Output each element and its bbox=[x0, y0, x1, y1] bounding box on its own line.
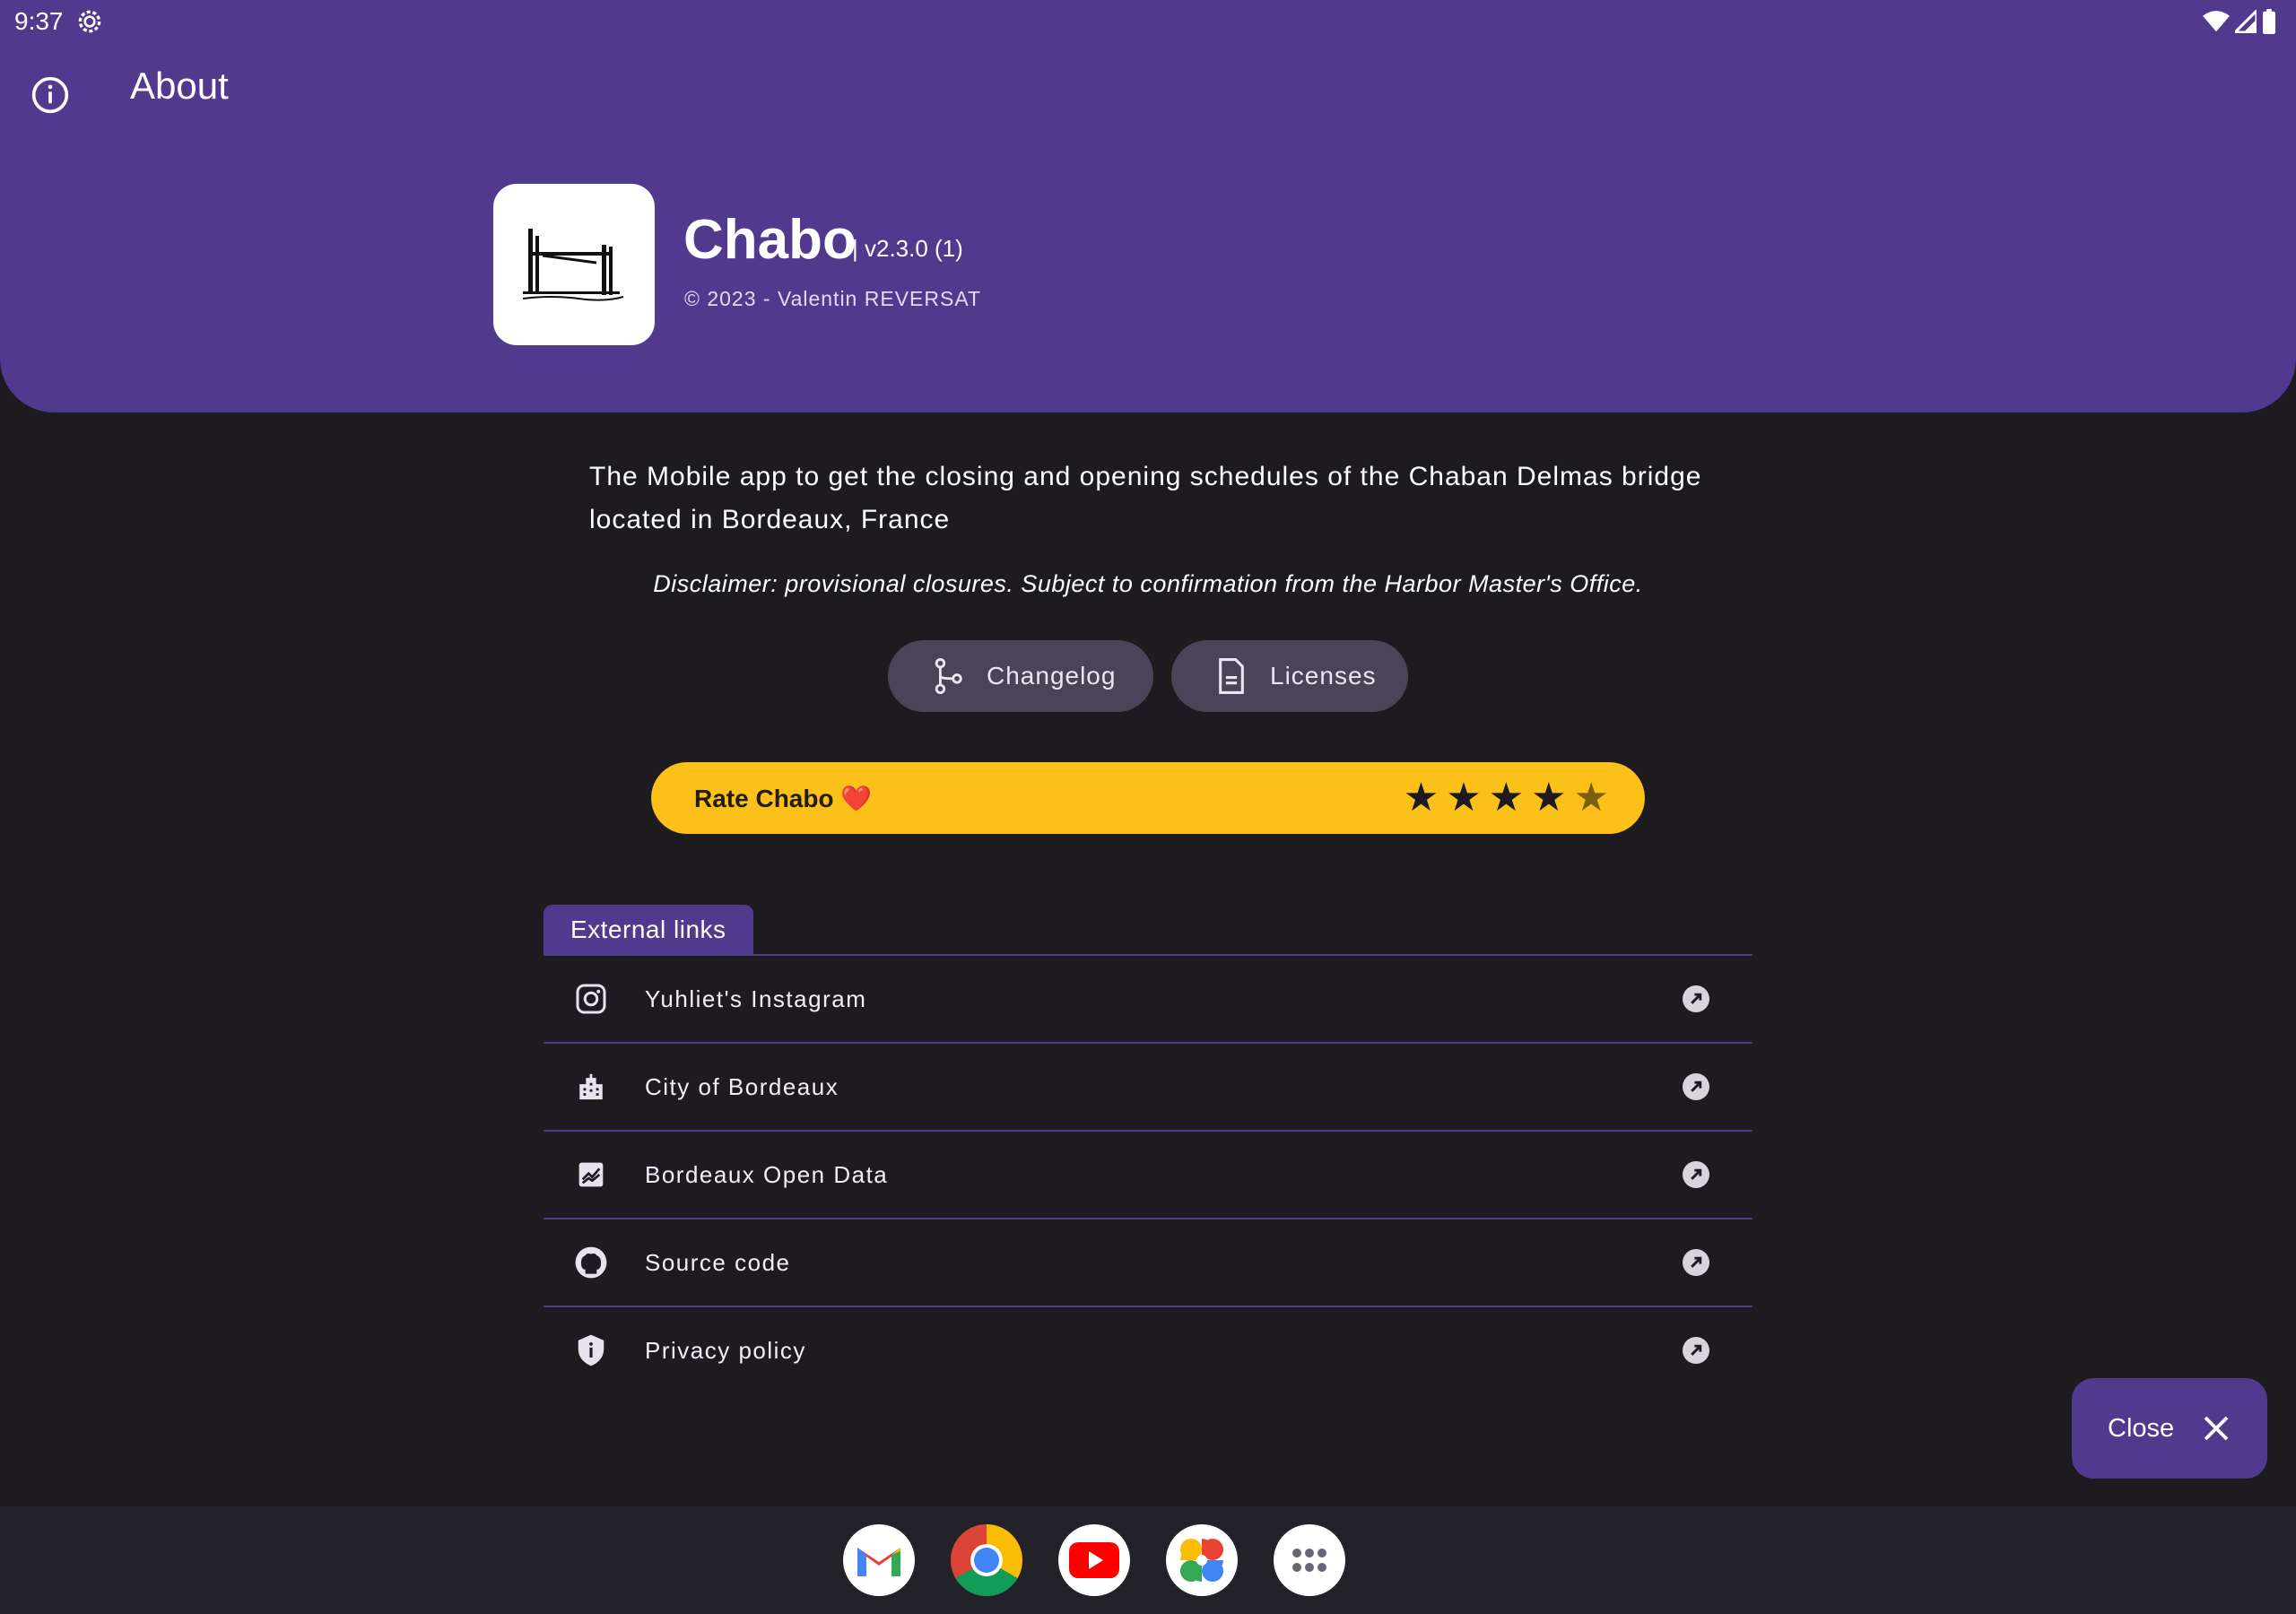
github-icon bbox=[572, 1244, 610, 1281]
open-external-icon bbox=[1683, 1337, 1709, 1364]
bridge-logo-icon bbox=[522, 229, 624, 301]
open-external-icon bbox=[1683, 985, 1709, 1012]
app-description: The Mobile app to get the closing and op… bbox=[589, 462, 1702, 534]
star-icon: ★ bbox=[1531, 775, 1567, 820]
chart-icon bbox=[572, 1156, 610, 1193]
star-icon: ★ bbox=[1403, 775, 1439, 820]
link-label: Source code bbox=[645, 1248, 791, 1276]
app-header bbox=[0, 0, 2296, 412]
gmail-icon[interactable] bbox=[843, 1524, 915, 1596]
star-icon: ★ bbox=[1488, 775, 1525, 820]
link-label: Bordeaux Open Data bbox=[645, 1160, 889, 1188]
rate-label: Rate Chabo ❤️ bbox=[694, 784, 873, 812]
link-city-of-bordeaux[interactable]: City of Bordeaux bbox=[544, 1042, 1752, 1130]
licenses-label: Licenses bbox=[1270, 662, 1377, 690]
app-name: Chabo bbox=[683, 209, 857, 271]
taskbar-dock bbox=[0, 1506, 2296, 1614]
toolbar-title: About bbox=[130, 65, 229, 107]
rating-stars: ★ ★ ★ ★ ★ bbox=[1404, 778, 1609, 818]
link-label: City of Bordeaux bbox=[645, 1072, 839, 1100]
open-external-icon bbox=[1683, 1249, 1709, 1276]
youtube-icon[interactable] bbox=[1058, 1524, 1130, 1596]
star-icon: ★ bbox=[1446, 775, 1482, 820]
chrome-icon[interactable] bbox=[951, 1524, 1022, 1596]
signal-icon bbox=[2235, 10, 2257, 33]
link-instagram[interactable]: Yuhliet's Instagram bbox=[544, 954, 1752, 1042]
app-logo bbox=[493, 184, 655, 345]
link-label: Yuhliet's Instagram bbox=[645, 985, 867, 1012]
app-drawer-icon[interactable] bbox=[1274, 1524, 1345, 1596]
settings-gear-icon bbox=[78, 10, 101, 33]
city-icon bbox=[572, 1068, 610, 1106]
external-links-list: Yuhliet's Instagram City of Bordeaux Bor… bbox=[544, 954, 1752, 1393]
rate-app-button[interactable]: Rate Chabo ❤️ ★ ★ ★ ★ ★ bbox=[651, 762, 1645, 834]
info-icon[interactable] bbox=[30, 75, 70, 115]
disclaimer-text: Disclaimer: provisional closures. Subjec… bbox=[653, 570, 1643, 597]
changelog-button[interactable]: Changelog bbox=[888, 640, 1153, 712]
close-label: Close bbox=[2108, 1413, 2175, 1443]
status-indicators bbox=[2203, 9, 2276, 34]
licenses-button[interactable]: Licenses bbox=[1171, 640, 1408, 712]
git-branch-icon bbox=[929, 657, 967, 695]
app-copyright: © 2023 - Valentin REVERSAT bbox=[684, 287, 982, 310]
link-privacy-policy[interactable]: Privacy policy bbox=[544, 1306, 1752, 1393]
external-links-tab: External links bbox=[544, 905, 753, 955]
shield-icon bbox=[572, 1332, 610, 1369]
status-time: 9:37 bbox=[14, 7, 64, 35]
star-half-icon: ★ bbox=[1573, 775, 1609, 820]
open-external-icon bbox=[1683, 1073, 1709, 1100]
link-bordeaux-open-data[interactable]: Bordeaux Open Data bbox=[544, 1130, 1752, 1218]
close-icon bbox=[2204, 1416, 2229, 1441]
close-button[interactable]: Close bbox=[2072, 1378, 2267, 1479]
app-version: | v2.3.0 (1) bbox=[852, 235, 963, 262]
link-source-code[interactable]: Source code bbox=[544, 1218, 1752, 1306]
link-label: Privacy policy bbox=[645, 1336, 806, 1364]
open-external-icon bbox=[1683, 1161, 1709, 1188]
wifi-icon bbox=[2203, 11, 2230, 32]
battery-icon bbox=[2263, 9, 2275, 34]
document-icon bbox=[1213, 657, 1250, 695]
changelog-label: Changelog bbox=[987, 662, 1117, 690]
instagram-icon bbox=[572, 980, 610, 1018]
photos-icon[interactable] bbox=[1166, 1524, 1238, 1596]
